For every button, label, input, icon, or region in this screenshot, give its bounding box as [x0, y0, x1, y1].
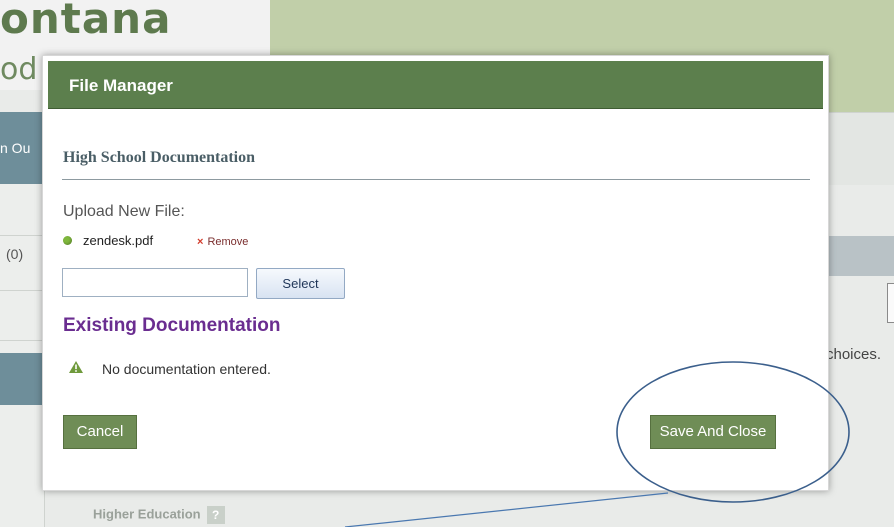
- empty-message: No documentation entered.: [102, 361, 271, 377]
- left-column-divider: [0, 340, 44, 341]
- right-panel-box: [887, 283, 894, 323]
- left-column-panel: [0, 353, 44, 405]
- upload-label: Upload New File:: [63, 203, 185, 220]
- nav-tab[interactable]: n Ou: [0, 112, 44, 186]
- cancel-button[interactable]: Cancel: [63, 415, 137, 449]
- section-title: High School Documentation: [63, 149, 256, 166]
- existing-documentation-title: Existing Documentation: [63, 315, 281, 336]
- warning-triangle-icon: [69, 361, 83, 373]
- choices-text: choices.: [826, 346, 882, 363]
- site-logo-text: ontana: [0, 0, 172, 43]
- remove-label: Remove: [207, 236, 249, 248]
- higher-education-text: Higher Education: [93, 506, 201, 522]
- left-column-divider: [0, 290, 44, 291]
- site-logo-subtext: od: [0, 52, 38, 87]
- save-and-close-button[interactable]: Save And Close: [650, 415, 776, 449]
- file-manager-dialog: File Manager High School Documentation U…: [42, 55, 829, 491]
- annotation-line: [344, 492, 669, 527]
- file-status-icon: [63, 236, 72, 245]
- nav-tab-label: n Ou: [0, 140, 31, 156]
- section-divider: [62, 179, 810, 180]
- uploaded-file-name: zendesk.pdf: [83, 233, 154, 248]
- file-path-input[interactable]: [62, 268, 248, 297]
- help-icon[interactable]: ?: [206, 506, 225, 524]
- remove-file-link[interactable]: × Remove: [197, 236, 248, 248]
- dialog-title: File Manager: [69, 76, 173, 95]
- select-file-button[interactable]: Select: [256, 268, 345, 299]
- dialog-header: File Manager: [48, 61, 823, 109]
- count-label: (0): [6, 246, 24, 262]
- left-column-divider: [0, 235, 44, 236]
- remove-icon: ×: [197, 236, 204, 248]
- right-panel-bar: [824, 236, 894, 276]
- higher-education-label: Higher Education?: [93, 506, 225, 524]
